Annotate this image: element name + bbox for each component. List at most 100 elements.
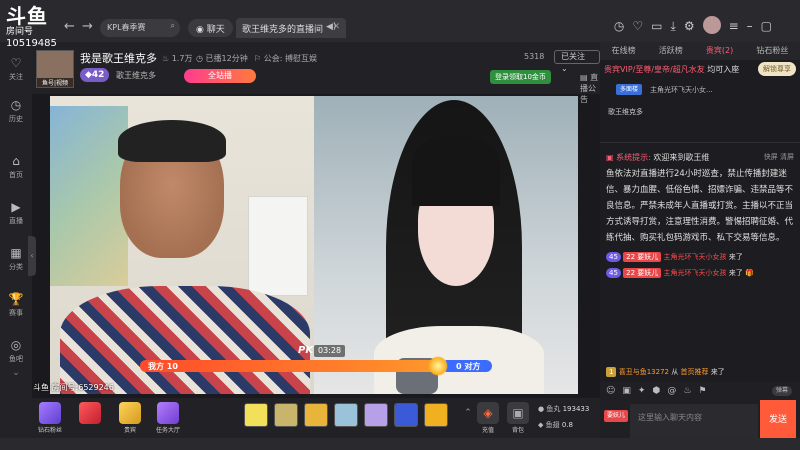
room-title: 我是歌王维克多 (80, 52, 157, 65)
follow-button[interactable]: 已关注 ⌄ (554, 50, 600, 73)
user-level-badge: 45 (606, 268, 621, 278)
red-packet-button[interactable] (74, 402, 106, 425)
volume-icon[interactable]: ◀) (326, 22, 336, 32)
shield-icon[interactable]: ⬢ (652, 386, 660, 396)
fire-icon[interactable]: ♨ (683, 386, 691, 396)
host-level-badge: ◆42 (80, 68, 110, 82)
vip-trophy-icon (119, 402, 141, 424)
diamond-fan-label: 钻石粉丝 (37, 427, 62, 434)
gear-icon[interactable]: ⚙ (684, 19, 695, 34)
chat-label: 聊天 (206, 25, 225, 35)
vip-names: 至尊/皇帝/超凡水友 (635, 65, 705, 74)
my-fan-badge[interactable]: 要妖儿 (604, 410, 629, 422)
chat-user-name[interactable]: 喜丑与鱼13272 (619, 368, 669, 376)
host-badge: 鱼号|视频 (37, 78, 73, 87)
vip-button[interactable]: 贵宾 (114, 402, 146, 434)
chat-user-name[interactable]: 主角光环飞天小女孩 (664, 269, 727, 277)
rank-tabs: 在线榜 活跃榜 贵宾(2) 钻石粉丝 (600, 42, 800, 60)
sidebar-item-events[interactable]: 🏆 赛事 (0, 292, 32, 318)
all-station-button[interactable]: 全站播 (184, 69, 256, 83)
room-tab-label: 歌王维克多的直播间 (242, 25, 324, 35)
gift-item-6[interactable] (394, 403, 418, 427)
vip-seat-text: 贵宾VIP/至尊/皇帝/超凡水友 均可入座 (604, 64, 739, 75)
sidebar-item-history[interactable]: ◷ 历史 (0, 98, 32, 124)
gift-icon[interactable]: ✦ (638, 386, 646, 396)
bottom-strip (0, 438, 800, 450)
unlock-button[interactable]: 解锁尊享 (758, 62, 796, 76)
video-watermark: 斗鱼 房间号:6529246 (33, 383, 114, 392)
user-avatar[interactable] (702, 16, 721, 34)
danmu-toggle[interactable]: 弹幕 (771, 386, 792, 396)
host-name[interactable]: 歌王维克多 (116, 70, 156, 81)
back-icon[interactable]: ← (64, 19, 75, 34)
task-icon (157, 402, 179, 424)
fish-wing-balance: ◆ 鱼翅 0.8 (538, 420, 573, 430)
tab-active-rank[interactable]: 活跃榜 (659, 42, 683, 60)
minimize-icon[interactable]: – (747, 19, 753, 34)
clock-icon[interactable]: ◷ (614, 19, 624, 34)
right-panel: 在线榜 活跃榜 贵宾(2) 钻石粉丝 贵宾VIP/至尊/皇帝/超凡水友 均可入座… (600, 42, 800, 450)
heart-icon[interactable]: ♡ (632, 19, 643, 34)
diamond-icon (39, 402, 61, 424)
tab-online-rank[interactable]: 在线榜 (612, 42, 636, 60)
gift-item-3[interactable] (304, 403, 328, 427)
guild-stat[interactable]: ⚐ 公会: 搏慰互娱 (254, 53, 317, 64)
gift-item-4[interactable] (334, 403, 358, 427)
bag-button[interactable]: ▣ 背包 (502, 402, 534, 434)
video-right-stream (314, 96, 578, 394)
vip-join: 均可入座 (707, 65, 740, 74)
red-packet-icon (79, 402, 101, 424)
sidebar-item-home[interactable]: ⌂ 首页 (0, 154, 32, 180)
bag-icon: ▣ (507, 402, 529, 424)
tab-diamond-fans[interactable]: 钻石粉丝 (756, 42, 788, 60)
tab-vip[interactable]: 贵宾(2) (706, 42, 733, 60)
chat-button[interactable]: ◉ 聊天 (188, 19, 233, 37)
chat-connector: 从 (671, 368, 679, 376)
pk-flame-icon (428, 356, 448, 376)
menu-icon[interactable]: ≡ (729, 19, 739, 34)
level-value: 42 (91, 70, 105, 80)
signin-button[interactable]: 登录领取10金币 (490, 70, 551, 84)
image-icon[interactable]: ▣ (622, 386, 631, 396)
emoji-icon[interactable]: ☺ (606, 386, 615, 396)
at-icon[interactable]: @ (667, 386, 676, 396)
forward-icon[interactable]: → (82, 19, 93, 34)
gift-item-7[interactable] (424, 403, 448, 427)
sidebar-label: 关注 (9, 73, 23, 81)
wall-map (50, 106, 128, 286)
charge-button[interactable]: ◈ 充值 (472, 402, 504, 434)
flag-icon[interactable]: ⚑ (698, 386, 706, 396)
search-input[interactable]: KPL春季赛 ⌕ (100, 19, 180, 37)
task-hall-label: 任务大厅 (155, 427, 180, 434)
collapse-sidebar-handle[interactable]: ‹ (28, 236, 36, 276)
gift-item-5[interactable] (364, 403, 388, 427)
pk-label: PK (298, 345, 314, 356)
sidebar-item-live[interactable]: ▶ 直播 (0, 200, 32, 226)
trophy-icon: 🏆 (8, 292, 24, 306)
chat-toolbar: ☺ ▣ ✦ ⬢ @ ♨ ⚑ (606, 386, 706, 396)
room-label: 房间号 (6, 27, 34, 37)
maximize-icon[interactable]: ▢ (761, 19, 772, 34)
download-icon[interactable]: ⤓ (671, 19, 676, 34)
chat-action: 来了 (728, 253, 743, 261)
chat-message: 45 22 要妖儿 主角光环飞天小女孩 来了 🎁 (606, 268, 754, 278)
task-hall-button[interactable]: 任务大厅 (152, 402, 184, 434)
diamond-fan-button[interactable]: 钻石粉丝 (34, 402, 66, 434)
search-icon[interactable]: ⌕ (171, 21, 175, 31)
guild-value: 公会: 搏慰互娱 (263, 54, 317, 63)
chat-input[interactable]: 这里输入聊天内容 (630, 404, 758, 440)
chat-user-name[interactable]: 主角光环飞天小女孩 (664, 253, 727, 261)
sidebar-item-follow[interactable]: ♡ 关注 (0, 56, 32, 82)
chevron-down-icon[interactable]: ⌄ (0, 368, 32, 378)
home-icon: ⌂ (12, 154, 20, 168)
gift-item-1[interactable] (244, 403, 268, 427)
send-button[interactable]: 发送 (760, 400, 796, 440)
chat-clear-controls[interactable]: 快屏 清屏 (764, 152, 794, 162)
pk-opp-score: 0 对方 (456, 362, 481, 371)
gift-item-2[interactable] (274, 403, 298, 427)
streamer-left-body (60, 286, 310, 394)
chat-source[interactable]: 首页推荐 (680, 368, 708, 376)
sidebar-item-fishbar[interactable]: ◎ 鱼吧 (0, 338, 32, 364)
message-icon[interactable]: ▭ (651, 19, 662, 34)
announcement-button[interactable]: ▤ 直播公告 (580, 72, 600, 105)
